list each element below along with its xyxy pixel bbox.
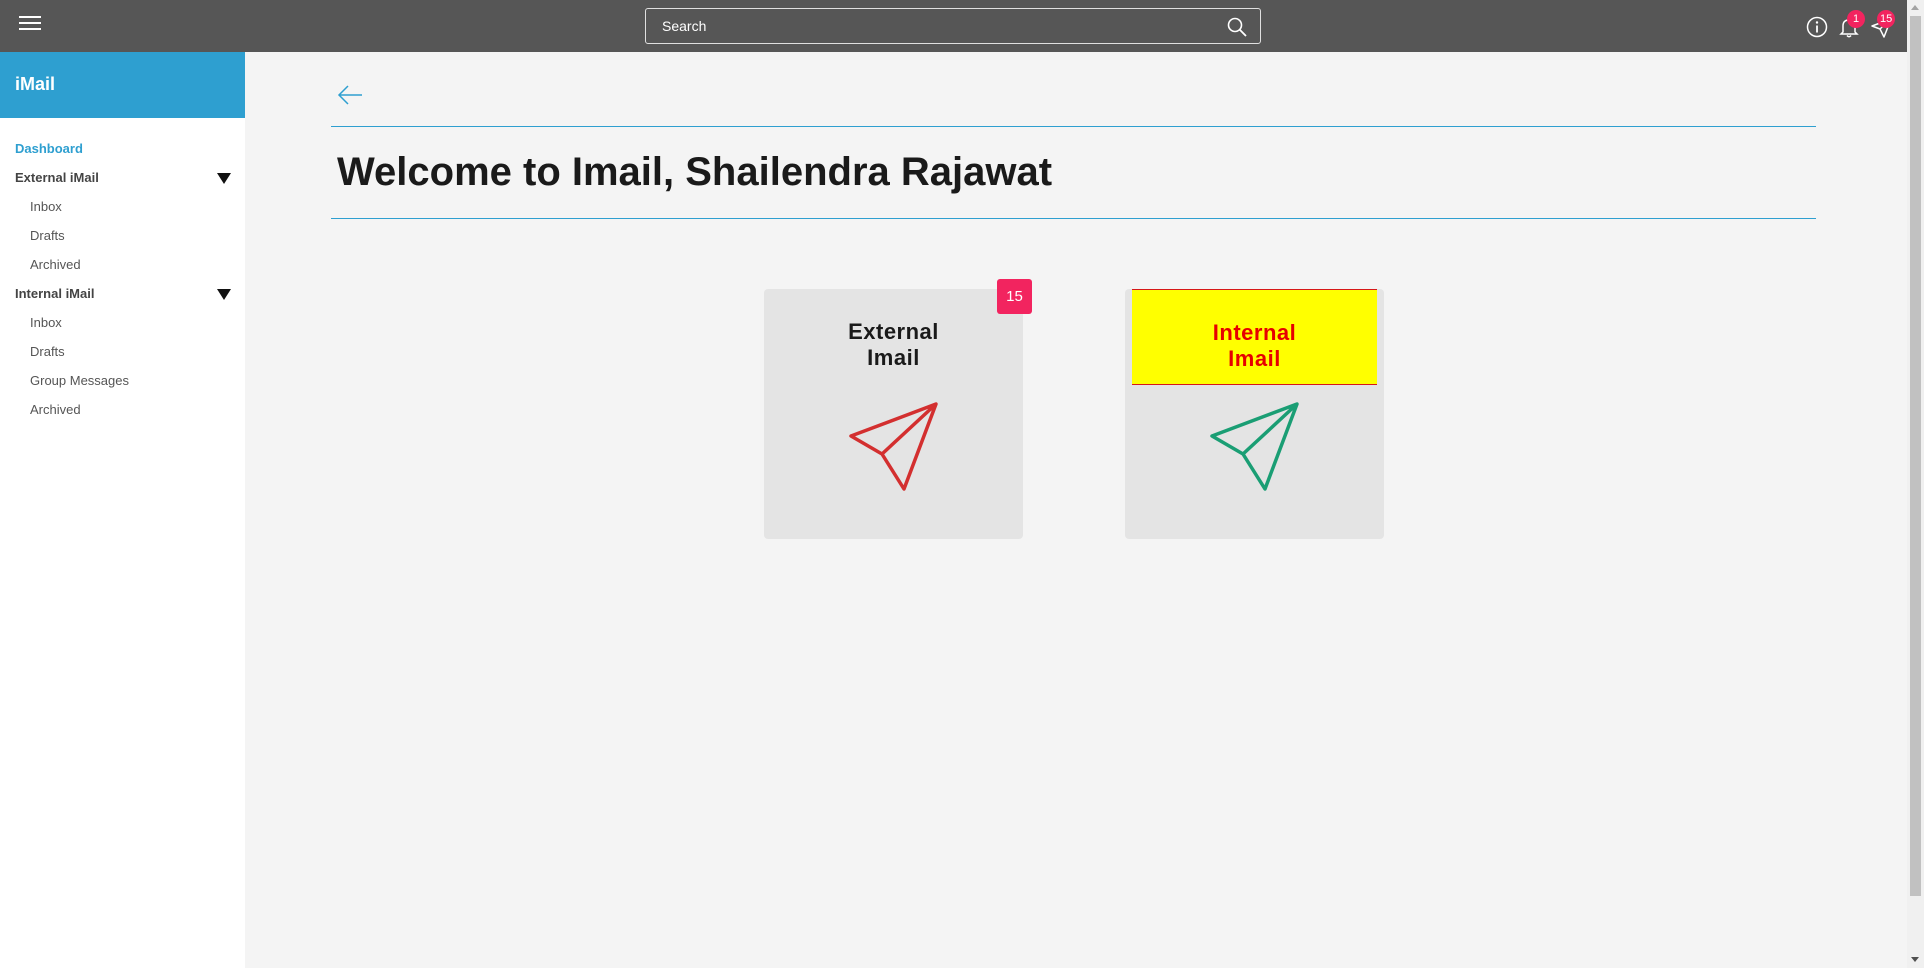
sidebar-item-label: Archived — [30, 402, 81, 417]
sidebar-item-label: External iMail — [15, 170, 99, 185]
card-title: Internal Imail — [1132, 289, 1377, 385]
sidebar-item-internal-drafts[interactable]: Drafts — [0, 337, 245, 366]
sidebar-item-label: Group Messages — [30, 373, 129, 388]
paper-plane-icon — [849, 402, 938, 491]
search-input[interactable] — [646, 9, 1206, 43]
sidebar-item-external-inbox[interactable]: Inbox — [0, 192, 245, 221]
sidebar-item-label: Inbox — [30, 315, 62, 330]
back-arrow-icon[interactable] — [336, 84, 364, 106]
caret-down-icon[interactable] — [217, 173, 231, 184]
sidebar-item-label: Archived — [30, 257, 81, 272]
sidebar-item-external-drafts[interactable]: Drafts — [0, 221, 245, 250]
card-title-line: Imail — [867, 345, 920, 370]
caret-down-icon[interactable] — [217, 289, 231, 300]
sidebar: iMail Dashboard External iMail Inbox Dra… — [0, 52, 245, 968]
sidebar-item-label: Internal iMail — [15, 286, 95, 301]
notifications-badge: 1 — [1847, 10, 1865, 28]
sidebar-nav: Dashboard External iMail Inbox Drafts Ar… — [0, 118, 245, 424]
sidebar-item-internal-imail[interactable]: Internal iMail — [0, 279, 245, 308]
search-box — [645, 8, 1261, 44]
hamburger-menu-icon[interactable] — [19, 16, 41, 34]
sidebar-item-dashboard[interactable]: Dashboard — [0, 134, 245, 163]
top-bar: 1 15 — [0, 0, 1907, 52]
scroll-thumb[interactable] — [1910, 16, 1921, 896]
sidebar-item-label: Drafts — [30, 228, 65, 243]
scroll-down-arrow-icon[interactable] — [1911, 957, 1919, 962]
sidebar-item-external-imail[interactable]: External iMail — [0, 163, 245, 192]
sidebar-item-internal-archived[interactable]: Archived — [0, 395, 245, 424]
external-unread-badge: 15 — [997, 279, 1032, 314]
scroll-up-arrow-icon[interactable] — [1911, 5, 1919, 10]
divider — [331, 126, 1816, 127]
card-title: External Imail — [764, 319, 1023, 371]
sidebar-item-group-messages[interactable]: Group Messages — [0, 366, 245, 395]
card-title-line: External — [848, 319, 939, 344]
page-scrollbar[interactable] — [1907, 0, 1924, 968]
sidebar-item-label: Inbox — [30, 199, 62, 214]
sidebar-item-label: Drafts — [30, 344, 65, 359]
sidebar-item-internal-inbox[interactable]: Inbox — [0, 308, 245, 337]
internal-imail-card[interactable]: Internal Imail — [1125, 289, 1384, 539]
info-icon[interactable] — [1804, 14, 1830, 40]
page-title: Welcome to Imail, Shailendra Rajawat — [337, 150, 1053, 194]
external-imail-card[interactable]: External Imail — [764, 289, 1023, 539]
paper-plane-icon — [1210, 402, 1299, 491]
sidebar-title[interactable]: iMail — [0, 52, 245, 118]
sidebar-item-label: Dashboard — [15, 141, 83, 156]
sidebar-item-external-archived[interactable]: Archived — [0, 250, 245, 279]
divider — [331, 218, 1816, 219]
search-icon[interactable] — [1226, 16, 1248, 38]
card-title-line: Imail — [1228, 346, 1281, 371]
card-title-line: Internal — [1212, 320, 1297, 345]
